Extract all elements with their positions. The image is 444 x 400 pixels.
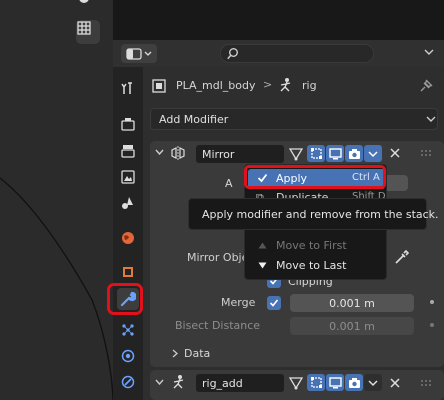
edit-mode-toggle[interactable] bbox=[307, 374, 325, 391]
edit-cage-icon bbox=[289, 376, 303, 389]
render-toggle[interactable] bbox=[345, 145, 363, 162]
viewport-display-toggle[interactable] bbox=[326, 374, 344, 391]
modifier-menu-button[interactable] bbox=[364, 145, 382, 162]
merge-distance-field[interactable]: 0.001 m bbox=[290, 294, 414, 312]
bisect-distance-field[interactable]: 0.001 m bbox=[290, 317, 414, 335]
modifier-menu-button[interactable] bbox=[364, 374, 382, 391]
mirror-object-label: Mirror Obje bbox=[187, 251, 249, 264]
triangle-down-icon bbox=[258, 262, 267, 269]
view-layer-icon bbox=[121, 170, 135, 184]
animate-dot-icon[interactable] bbox=[430, 300, 434, 304]
chevron-right-icon[interactable] bbox=[172, 349, 178, 358]
camera-icon bbox=[348, 148, 360, 159]
checkmark-icon bbox=[269, 299, 279, 307]
edit-mode-icon bbox=[310, 377, 322, 388]
collapse-chevron-icon[interactable] bbox=[155, 149, 164, 155]
tooltip: Apply modifier and remove from the stack… bbox=[188, 198, 439, 230]
tooltip-text: Apply modifier and remove from the stack… bbox=[202, 207, 439, 221]
tool-icon bbox=[121, 82, 132, 94]
animate-dot-icon[interactable] bbox=[430, 323, 434, 327]
tab-scene[interactable] bbox=[117, 192, 139, 214]
chevron-down-icon[interactable] bbox=[423, 46, 435, 58]
tab-render[interactable] bbox=[117, 113, 139, 135]
armature-icon bbox=[280, 78, 291, 92]
chevron-down-icon bbox=[368, 150, 378, 157]
menu-item-move-to-first[interactable]: Move to First bbox=[248, 237, 385, 255]
breadcrumb-separator: > bbox=[263, 78, 273, 91]
edit-mode-icon bbox=[310, 148, 322, 159]
top-area bbox=[113, 0, 444, 40]
monitor-icon bbox=[328, 376, 342, 388]
modifier-name-field[interactable]: rig_add bbox=[196, 374, 284, 392]
rig-add-modifier-panel: rig_add bbox=[150, 370, 444, 400]
grid-view-icon[interactable] bbox=[76, 20, 100, 44]
mirror-icon bbox=[171, 146, 185, 160]
object-icon bbox=[123, 267, 133, 277]
highlight-outline-apply bbox=[244, 165, 386, 189]
viewport-curves bbox=[0, 177, 113, 400]
data-subpanel-label[interactable]: Data bbox=[184, 347, 210, 360]
breadcrumb-armature[interactable]: rig bbox=[302, 79, 317, 92]
bisect-distance-label: Bisect Distance bbox=[175, 319, 261, 332]
menu-item-move-to-first-label: Move to First bbox=[276, 239, 347, 252]
chevron-down-icon bbox=[144, 51, 152, 56]
add-modifier-label: Add Modifier bbox=[159, 112, 229, 126]
edit-cage-toggle[interactable] bbox=[287, 145, 305, 162]
constraints-icon bbox=[121, 375, 135, 389]
triangle-up-icon bbox=[258, 242, 267, 249]
drag-handle-icon[interactable] bbox=[420, 379, 432, 387]
tab-particles[interactable] bbox=[117, 319, 139, 341]
drag-handle-icon[interactable] bbox=[420, 149, 432, 157]
breadcrumb: PLA_mdl_body > rig bbox=[143, 67, 444, 103]
edit-mode-toggle[interactable] bbox=[307, 145, 325, 162]
breadcrumb-object[interactable]: PLA_mdl_body bbox=[176, 79, 256, 92]
monitor-icon bbox=[328, 147, 342, 159]
output-icon bbox=[121, 145, 135, 158]
render-icon bbox=[121, 118, 135, 131]
properties-tab-bar bbox=[107, 67, 143, 400]
render-toggle[interactable] bbox=[345, 374, 363, 391]
search-input[interactable] bbox=[220, 44, 374, 63]
hand-tool-icon[interactable] bbox=[76, 0, 100, 14]
highlight-outline-modifiers bbox=[107, 283, 143, 315]
particles-icon bbox=[122, 324, 134, 336]
editor-type-icon bbox=[126, 47, 142, 60]
scene-icon bbox=[122, 197, 133, 209]
edit-cage-icon bbox=[289, 147, 303, 160]
chevron-down-icon bbox=[368, 379, 378, 386]
modifier-name-field[interactable]: Mirror bbox=[196, 145, 284, 163]
pin-icon[interactable] bbox=[420, 78, 434, 92]
viewport-display-toggle[interactable] bbox=[326, 145, 344, 162]
camera-icon bbox=[348, 377, 360, 388]
close-icon[interactable] bbox=[390, 148, 400, 158]
properties-header bbox=[113, 40, 444, 67]
physics-icon bbox=[121, 349, 135, 363]
tab-constraints[interactable] bbox=[117, 371, 139, 393]
close-icon[interactable] bbox=[390, 378, 400, 388]
search-icon bbox=[227, 48, 238, 60]
tab-tool[interactable] bbox=[117, 77, 139, 99]
world-icon bbox=[122, 232, 134, 244]
mesh-object-icon bbox=[152, 79, 166, 93]
tab-physics[interactable] bbox=[117, 345, 139, 367]
menu-item-move-to-last-label: Move to Last bbox=[276, 259, 347, 272]
collapse-chevron-icon[interactable] bbox=[155, 379, 164, 385]
add-modifier-dropdown[interactable]: Add Modifier bbox=[150, 108, 438, 130]
merge-label: Merge bbox=[221, 296, 256, 309]
menu-item-move-to-last[interactable]: Move to Last bbox=[248, 257, 385, 275]
tab-world[interactable] bbox=[117, 227, 139, 249]
chevron-down-icon bbox=[426, 116, 436, 122]
viewport-3d[interactable] bbox=[0, 0, 113, 400]
eyedropper-icon[interactable] bbox=[394, 249, 410, 265]
edit-cage-toggle[interactable] bbox=[287, 374, 305, 391]
mirror-modifier-header: Mirror bbox=[150, 141, 444, 165]
tab-view-layer[interactable] bbox=[117, 166, 139, 188]
merge-checkbox[interactable] bbox=[267, 296, 281, 310]
armature-icon bbox=[173, 375, 184, 389]
tab-output[interactable] bbox=[117, 140, 139, 162]
axis-label-partial: A bbox=[225, 177, 233, 190]
tab-object[interactable] bbox=[117, 261, 139, 283]
editor-type-button[interactable] bbox=[121, 44, 157, 63]
